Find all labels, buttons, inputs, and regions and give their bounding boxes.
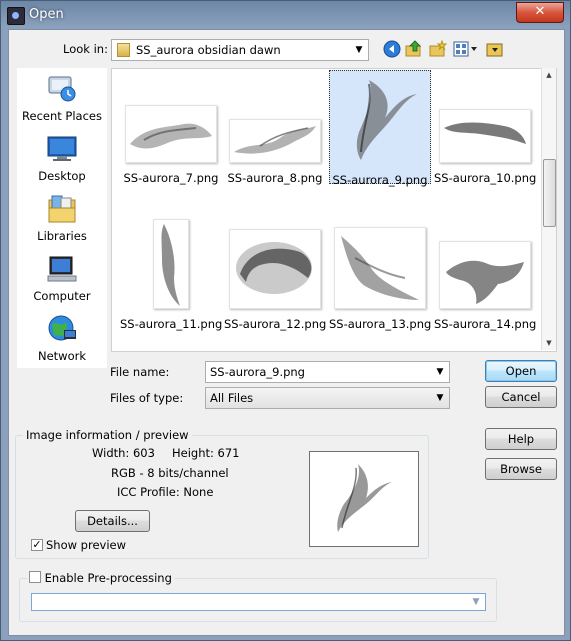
close-button[interactable]: ✕ bbox=[516, 2, 564, 23]
files-of-type-label: Files of type: bbox=[110, 391, 184, 405]
file-list-scrollbar[interactable]: ▲ ▼ bbox=[541, 68, 556, 350]
enable-preprocessing-label: Enable Pre-processing bbox=[44, 571, 172, 585]
file-name: SS-aurora_9.png bbox=[332, 173, 428, 187]
preview-image bbox=[337, 464, 392, 532]
dialog-client-area: Look in: SS_aurora obsidian dawn ▼ Recen… bbox=[8, 29, 565, 636]
show-preview-checkbox[interactable]: ✓ bbox=[31, 539, 43, 551]
libraries-icon bbox=[48, 195, 76, 223]
image-preview bbox=[309, 451, 419, 547]
favorites-folder-icon[interactable] bbox=[486, 40, 504, 58]
place-label: Libraries bbox=[37, 229, 87, 243]
chevron-down-icon[interactable]: ▼ bbox=[350, 40, 368, 60]
file-thumbnail bbox=[439, 109, 531, 163]
cancel-button[interactable]: Cancel bbox=[485, 386, 557, 408]
file-thumbnail bbox=[229, 119, 321, 163]
show-preview-label: Show preview bbox=[46, 538, 127, 552]
app-icon bbox=[7, 7, 25, 25]
file-item[interactable]: SS-aurora_7.png bbox=[120, 74, 222, 185]
computer-icon bbox=[47, 256, 77, 282]
place-network[interactable]: Network bbox=[17, 314, 107, 363]
file-list-view[interactable]: SS-aurora_7.png SS-aurora_8.png SS-auror… bbox=[111, 68, 557, 352]
scrollbar-thumb[interactable] bbox=[543, 159, 556, 227]
title-bar[interactable]: Open ✕ bbox=[1, 1, 570, 29]
open-button[interactable]: Open bbox=[485, 360, 557, 382]
file-name-label: File name: bbox=[110, 365, 170, 379]
place-label: Recent Places bbox=[22, 109, 102, 123]
file-thumbnail bbox=[229, 229, 321, 309]
new-folder-icon[interactable] bbox=[429, 40, 447, 58]
file-thumbnail bbox=[339, 74, 421, 162]
place-desktop[interactable]: Desktop bbox=[17, 134, 107, 183]
place-computer[interactable]: Computer bbox=[17, 254, 107, 303]
recent-places-icon bbox=[48, 76, 76, 102]
view-menu-icon[interactable] bbox=[453, 40, 479, 58]
file-name-value: SS-aurora_9.png bbox=[210, 365, 305, 379]
chevron-down-icon[interactable]: ▼ bbox=[467, 594, 485, 610]
browse-button[interactable]: Browse bbox=[485, 458, 557, 480]
file-name: SS-aurora_13.png bbox=[329, 317, 432, 331]
image-icc-profile: ICC Profile: None bbox=[117, 485, 214, 499]
file-name: SS-aurora_11.png bbox=[120, 317, 223, 331]
file-name: SS-aurora_14.png bbox=[434, 317, 537, 331]
file-thumbnail bbox=[334, 227, 426, 309]
file-item[interactable]: SS-aurora_10.png bbox=[434, 74, 536, 185]
file-name: SS-aurora_8.png bbox=[227, 171, 323, 185]
file-name-input[interactable]: SS-aurora_9.png ▼ bbox=[205, 361, 450, 383]
window-title: Open bbox=[29, 7, 64, 22]
up-folder-icon[interactable] bbox=[405, 40, 423, 58]
file-name: SS-aurora_12.png bbox=[224, 317, 327, 331]
scroll-down-icon[interactable]: ▼ bbox=[542, 336, 556, 350]
folder-icon bbox=[117, 43, 130, 57]
network-icon bbox=[48, 315, 76, 341]
file-item[interactable]: SS-aurora_11.png bbox=[120, 219, 222, 331]
help-button[interactable]: Help bbox=[485, 428, 557, 450]
image-height: Height: 671 bbox=[172, 446, 240, 460]
places-bar: Recent Places Desktop Libraries Computer bbox=[17, 68, 107, 368]
details-button[interactable]: Details... bbox=[75, 510, 150, 532]
enable-preprocessing-checkbox[interactable] bbox=[29, 571, 41, 583]
place-label: Computer bbox=[33, 289, 91, 303]
preprocessing-select[interactable]: ▼ bbox=[31, 593, 486, 611]
place-label: Desktop bbox=[38, 169, 86, 183]
files-of-type-value: All Files bbox=[210, 391, 254, 405]
file-thumbnail bbox=[153, 219, 189, 309]
chevron-down-icon[interactable]: ▼ bbox=[431, 388, 449, 408]
desktop-icon bbox=[47, 136, 77, 161]
file-thumbnail bbox=[125, 105, 217, 163]
file-item[interactable]: SS-aurora_8.png bbox=[224, 74, 326, 185]
scroll-up-icon[interactable]: ▲ bbox=[542, 68, 556, 82]
look-in-combo[interactable]: SS_aurora obsidian dawn ▼ bbox=[111, 39, 369, 61]
chevron-down-icon[interactable]: ▼ bbox=[431, 362, 449, 382]
image-color-mode: RGB - 8 bits/channel bbox=[111, 466, 229, 480]
image-info-title: Image information / preview bbox=[23, 428, 192, 442]
file-name: SS-aurora_10.png bbox=[434, 171, 537, 185]
open-dialog-window: Open ✕ Look in: SS_aurora obsidian dawn … bbox=[0, 0, 571, 641]
image-width: Width: 603 bbox=[92, 446, 155, 460]
file-thumbnail bbox=[439, 241, 531, 309]
back-icon[interactable] bbox=[383, 40, 401, 58]
place-recent-places[interactable]: Recent Places bbox=[17, 74, 107, 123]
preprocessing-title: Enable Pre-processing bbox=[27, 571, 175, 585]
file-name: SS-aurora_7.png bbox=[123, 171, 219, 185]
place-libraries[interactable]: Libraries bbox=[17, 194, 107, 243]
look-in-label: Look in: bbox=[63, 42, 108, 56]
look-in-value: SS_aurora obsidian dawn bbox=[136, 43, 281, 57]
file-item[interactable]: SS-aurora_14.png bbox=[434, 219, 536, 331]
files-of-type-select[interactable]: All Files ▼ bbox=[205, 387, 450, 409]
file-item-selected[interactable]: SS-aurora_9.png bbox=[329, 70, 431, 187]
file-item[interactable]: SS-aurora_12.png bbox=[224, 219, 326, 331]
file-item[interactable]: SS-aurora_13.png bbox=[329, 219, 431, 331]
place-label: Network bbox=[37, 349, 87, 363]
